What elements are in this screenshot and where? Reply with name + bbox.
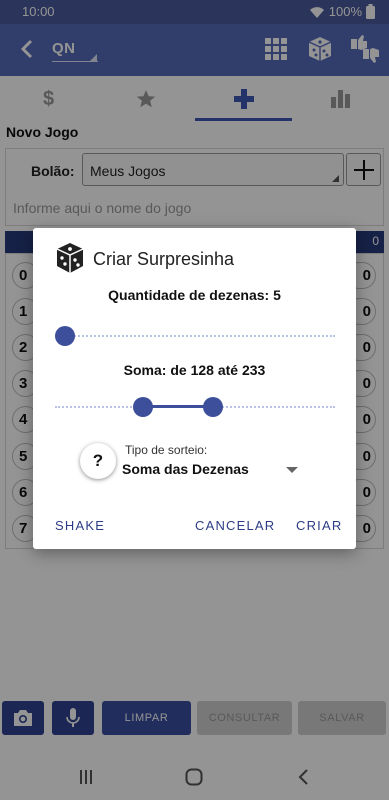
criar-button[interactable]: CRIAR [296, 518, 342, 533]
soma-range-slider[interactable] [55, 395, 335, 419]
slider-high-thumb[interactable] [203, 397, 224, 417]
shake-button[interactable]: SHAKE [55, 518, 105, 533]
quantidade-slider[interactable] [55, 324, 335, 348]
dice-icon [56, 243, 84, 273]
help-button[interactable]: ? [80, 443, 116, 479]
quantidade-label: Quantidade de dezenas: 5 [108, 287, 281, 303]
slider-thumb[interactable] [55, 326, 75, 346]
cancelar-button[interactable]: CANCELAR [195, 518, 275, 533]
slider-track [55, 335, 335, 337]
criar-surpresinha-dialog: Criar Surpresinha Quantidade de dezenas:… [33, 228, 356, 549]
soma-label: Soma: de 128 até 233 [123, 362, 266, 378]
tipo-sorteio-label: Tipo de sorteio: [125, 443, 208, 457]
tipo-dropdown-icon[interactable] [286, 467, 298, 473]
dialog-title: Criar Surpresinha [93, 249, 235, 269]
slider-low-thumb[interactable] [133, 397, 153, 417]
tipo-sorteio-select[interactable]: Soma das Dezenas [122, 461, 249, 477]
